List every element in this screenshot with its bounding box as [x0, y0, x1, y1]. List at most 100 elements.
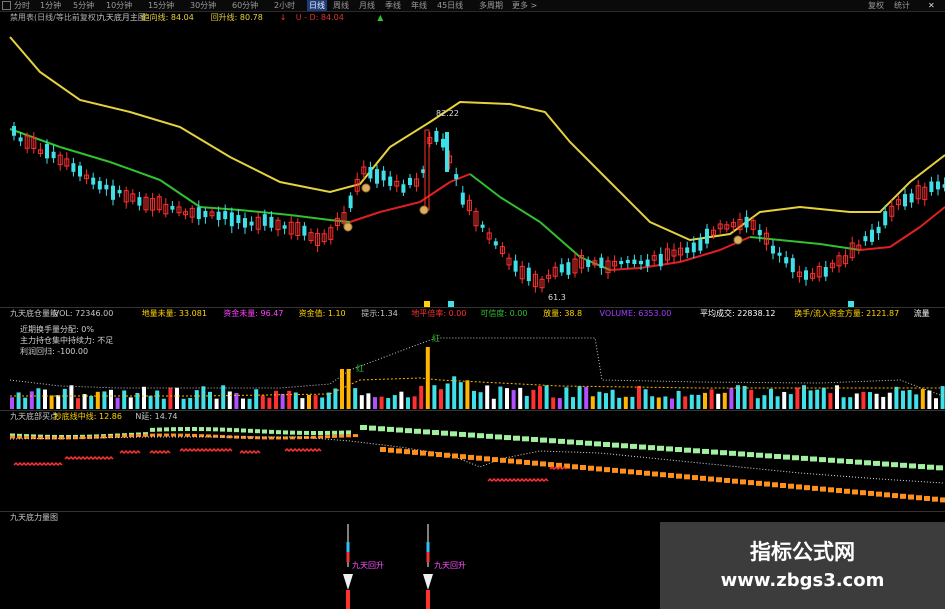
- signal-panel-header: 九天底部买点 抄底线中线: 12.86 N延: 14.74: [0, 411, 945, 422]
- signal-block: [780, 483, 786, 488]
- candle-body: [645, 259, 650, 267]
- signal-block: [648, 445, 655, 451]
- volume-bar: [346, 369, 351, 409]
- volume-bar: [623, 396, 628, 409]
- signal-block: [702, 448, 709, 454]
- volume-bar: [472, 390, 476, 409]
- signal-block: [724, 477, 730, 483]
- signal-block: [819, 457, 826, 463]
- close-icon[interactable]: ✕: [928, 0, 935, 11]
- volume-bar: [769, 388, 773, 409]
- watermark-title: 指标公式网: [750, 540, 855, 564]
- candle-body: [870, 229, 874, 242]
- candle-body: [625, 259, 630, 264]
- period-tab[interactable]: 更多 >: [512, 0, 537, 11]
- signal-block: [420, 450, 426, 456]
- signal-block: [378, 426, 385, 432]
- volume-bar: [412, 396, 417, 409]
- trend-segment: [329, 219, 351, 223]
- candle-body: [203, 210, 208, 218]
- signal-block: [360, 425, 367, 430]
- signal-block: [339, 430, 344, 435]
- signal-block: [213, 427, 218, 432]
- signal-block: [812, 485, 818, 491]
- candle-body: [223, 211, 228, 220]
- candle-body: [401, 184, 406, 193]
- period-tab[interactable]: 30分钟: [190, 0, 216, 11]
- arrow-label: 九天回升: [352, 561, 384, 570]
- candle-body: [619, 261, 624, 265]
- info-line: 利润回归: -100.00: [20, 347, 89, 356]
- signal-block: [748, 480, 754, 486]
- signal-block: [304, 430, 309, 435]
- candle-body: [12, 126, 16, 136]
- candle-body: [18, 137, 23, 142]
- signal-block: [171, 427, 176, 432]
- signal-block: [484, 456, 490, 462]
- candle-body: [454, 174, 459, 180]
- period-tab[interactable]: 月线: [359, 0, 375, 11]
- signal-block: [500, 457, 506, 463]
- header-field: VOLUME: 6353.00: [599, 309, 672, 318]
- info-line: 主力持仓集中持续力: 不足: [20, 336, 114, 345]
- volume-bar: [709, 389, 714, 409]
- volume-bar: [300, 398, 305, 409]
- volume-bar: [247, 398, 252, 409]
- period-tab[interactable]: 分时: [14, 0, 30, 11]
- signal-block: [387, 426, 394, 432]
- volume-chart[interactable]: 红红: [0, 308, 945, 410]
- volume-bar: [122, 390, 127, 409]
- candle-body: [698, 238, 703, 251]
- period-tab[interactable]: 45日线: [437, 0, 463, 11]
- candle-body: [705, 228, 709, 244]
- volume-bar: [425, 347, 430, 409]
- volume-bar: [274, 390, 278, 409]
- period-tab[interactable]: 季线: [385, 0, 401, 11]
- period-tab[interactable]: 1分钟: [40, 0, 61, 11]
- trend-segment: [199, 206, 241, 211]
- volume-bar: [49, 395, 54, 409]
- period-tab[interactable]: 2小时: [274, 0, 295, 11]
- candle-body: [368, 167, 373, 179]
- signal-block: [936, 465, 943, 471]
- signal-block: [580, 465, 586, 470]
- volume-bar: [920, 389, 925, 409]
- period-tab[interactable]: 日线: [307, 0, 327, 11]
- stats-button[interactable]: 统计: [894, 0, 910, 11]
- kline-main-chart[interactable]: 82.22 61.3: [0, 12, 945, 307]
- volume-marker: 红: [432, 333, 440, 343]
- volume-bar: [729, 387, 734, 409]
- signal-block: [548, 462, 554, 468]
- candle-body: [784, 257, 789, 264]
- volume-marker: 红: [356, 363, 364, 373]
- signal-block: [576, 440, 583, 446]
- header-field: 九天底力量图: [10, 513, 58, 522]
- window-icon[interactable]: [2, 1, 11, 10]
- signal-block: [572, 464, 578, 470]
- signal-arrow-base: [346, 590, 350, 609]
- signal-chart[interactable]: [0, 411, 945, 511]
- signal-block: [828, 487, 834, 493]
- signal-block: [311, 430, 316, 435]
- period-tab[interactable]: 60分钟: [232, 0, 258, 11]
- signal-block: [234, 428, 239, 433]
- period-tab[interactable]: 年线: [411, 0, 427, 11]
- signal-block: [558, 438, 565, 444]
- signal-block: [756, 452, 763, 458]
- candle-body: [91, 177, 96, 185]
- candle-body: [434, 130, 439, 142]
- signal-block: [513, 435, 520, 441]
- restore-right-button[interactable]: 复权: [868, 0, 884, 11]
- period-tab[interactable]: 10分钟: [106, 0, 132, 11]
- signal-block: [178, 433, 183, 437]
- signal-arrow-head: [343, 574, 353, 590]
- candle-body: [117, 190, 122, 194]
- period-tab[interactable]: 多周期: [479, 0, 503, 11]
- period-tab[interactable]: 5分钟: [73, 0, 94, 11]
- header-field: U - D: 84.04: [295, 13, 344, 22]
- signal-block: [868, 490, 874, 496]
- period-tab[interactable]: 15分钟: [148, 0, 174, 11]
- period-tab[interactable]: 周线: [333, 0, 349, 11]
- trend-segment: [59, 146, 111, 163]
- volume-bar: [821, 387, 826, 409]
